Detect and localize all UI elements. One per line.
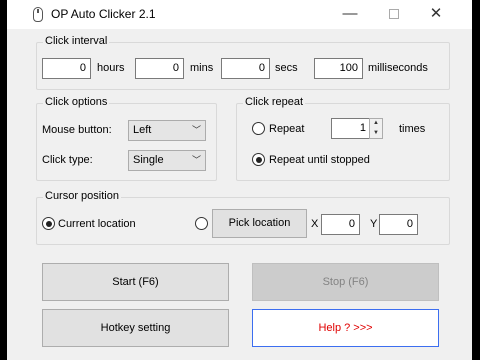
mins-unit: mins [190,62,214,74]
y-label: Y [370,218,378,230]
repeat-unit: times [399,123,426,135]
repeat-count-input[interactable]: 1 [331,118,371,139]
repeat-until-stopped-label[interactable]: Repeat until stopped [269,154,370,166]
maximize-icon [389,9,399,19]
click-type-label: Click type: [42,154,93,166]
chevron-down-icon: ﹀ [191,155,201,165]
window-title: OP Auto Clicker 2.1 [51,7,156,21]
mouse-button-select[interactable]: Left ﹀ [128,120,206,141]
secs-unit: secs [275,62,298,74]
stop-button[interactable]: Stop (F6) [252,263,439,301]
spin-down-icon[interactable]: ▼ [370,129,382,138]
maximize-button[interactable] [379,4,409,24]
click-type-value: Single [133,154,164,166]
milliseconds-input[interactable]: 100 [314,58,363,79]
repeat-radio[interactable] [252,122,265,135]
cursor-position-label: Cursor position [43,190,121,202]
app-window: OP Auto Clicker 2.1 — ✕ Click interval 0… [7,0,472,360]
milliseconds-unit: milliseconds [368,62,428,74]
repeat-count-spinner[interactable]: ▲ ▼ [369,118,383,139]
hours-input[interactable]: 0 [42,58,91,79]
pick-location-button[interactable]: Pick location [212,209,307,238]
close-button[interactable]: ✕ [421,4,451,24]
minimize-button[interactable]: — [335,4,365,24]
pick-location-radio[interactable] [195,217,208,230]
start-button[interactable]: Start (F6) [42,263,229,301]
chevron-down-icon: ﹀ [191,125,201,135]
y-coordinate-input[interactable]: 0 [379,214,418,235]
current-location-label[interactable]: Current location [58,218,136,230]
click-options-label: Click options [43,96,110,108]
spin-up-icon[interactable]: ▲ [370,119,382,128]
secs-input[interactable]: 0 [221,58,270,79]
current-location-radio[interactable] [42,217,55,230]
x-label: X [311,218,319,230]
mouse-button-label: Mouse button: [42,124,112,136]
hours-unit: hours [97,62,125,74]
title-bar: OP Auto Clicker 2.1 — ✕ [7,0,472,29]
repeat-label[interactable]: Repeat [269,123,304,135]
click-repeat-label: Click repeat [243,96,306,108]
help-button[interactable]: Help ? >>> [252,309,439,347]
repeat-until-stopped-radio[interactable] [252,153,265,166]
click-repeat-group: Click repeat [236,96,450,181]
hotkey-setting-button[interactable]: Hotkey setting [42,309,229,347]
mouse-icon [33,7,43,22]
click-interval-label: Click interval [43,35,110,47]
x-coordinate-input[interactable]: 0 [321,214,360,235]
mouse-button-value: Left [133,124,152,136]
click-type-select[interactable]: Single ﹀ [128,150,206,171]
mins-input[interactable]: 0 [135,58,184,79]
